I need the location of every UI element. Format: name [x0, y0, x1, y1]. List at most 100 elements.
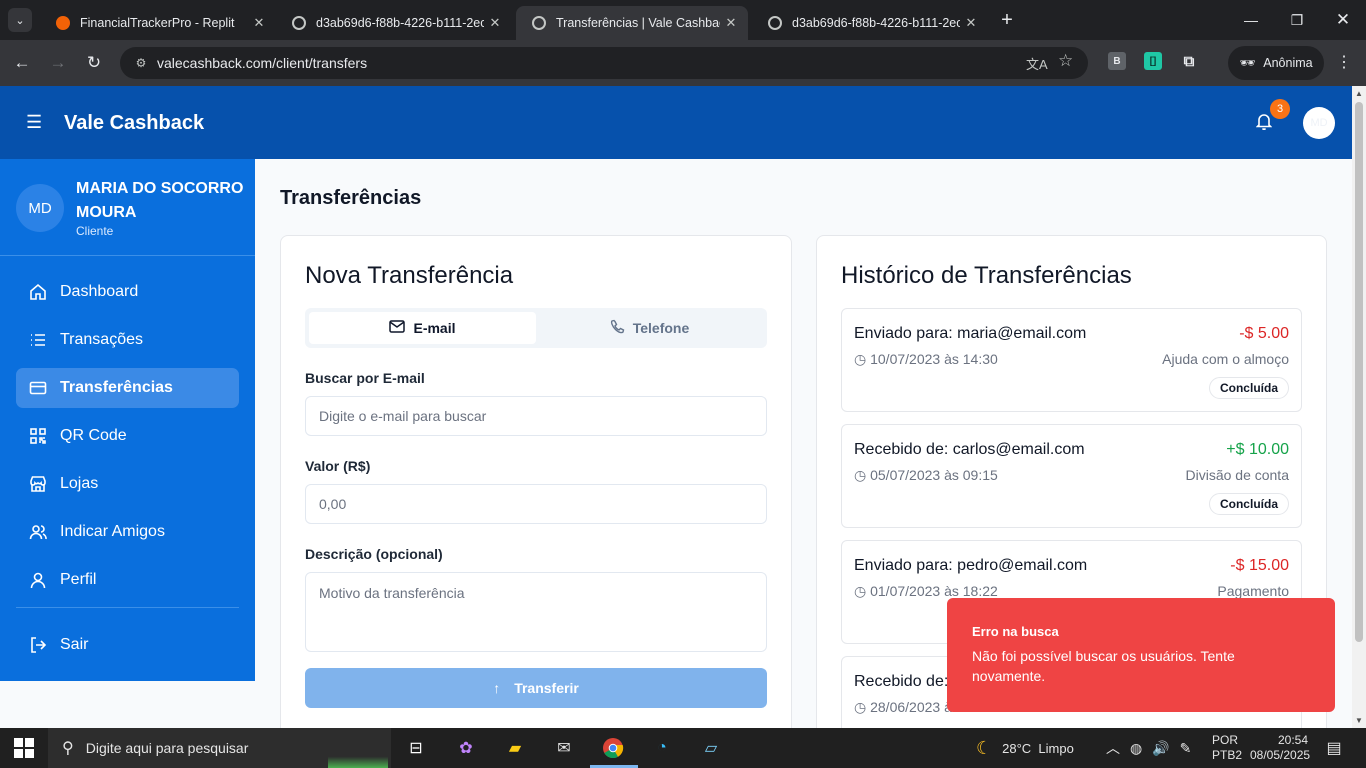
browser-tab-strip: ⌄ FinancialTrackerPro - Replit ✕ d3ab69d…	[0, 0, 1366, 40]
extensions-puzzle-icon[interactable]: ⧉	[1180, 52, 1198, 70]
windows-taskbar: ⚲ Digite aqui para pesquisar ⊟ ✿ ▰ ✉ ◔ ▱…	[0, 728, 1366, 768]
incognito-profile-button[interactable]: 🕶 Anônima	[1228, 46, 1324, 80]
status-badge: Concluída	[1208, 377, 1289, 399]
pen-icon[interactable]: ✎	[1180, 740, 1192, 757]
taskbar-search[interactable]: ⚲ Digite aqui para pesquisar	[48, 728, 391, 768]
task-view-icon[interactable]: ⊟	[404, 736, 428, 760]
translate-icon[interactable]: 文A	[1026, 54, 1048, 73]
close-tab-icon[interactable]: ✕	[960, 15, 982, 31]
search-email-input[interactable]: Digite o e-mail para buscar	[305, 396, 767, 436]
list-item[interactable]: Recebido de: carlos@email.com +$ 10.00 ◷…	[841, 424, 1302, 528]
sidebar-item-qr-code[interactable]: QR Code	[16, 416, 239, 456]
restore-icon[interactable]: ❐	[1274, 0, 1320, 40]
mail-icon	[389, 320, 406, 336]
mail-app-icon[interactable]: ✉	[552, 736, 576, 760]
moon-icon: ☾	[976, 737, 993, 758]
back-arrow-icon[interactable]: ←	[10, 51, 34, 75]
close-window-icon[interactable]: ✕	[1320, 0, 1366, 40]
browser-tab-uuid-1[interactable]: d3ab69d6-f88b-4226-b111-2ec ✕	[276, 6, 512, 40]
browser-tab-uuid-2[interactable]: d3ab69d6-f88b-4226-b111-2ec ✕	[752, 6, 988, 40]
sidebar-item-dashboard[interactable]: Dashboard	[16, 272, 239, 312]
card-icon	[16, 379, 60, 397]
minimize-icon[interactable]: —	[1228, 0, 1274, 40]
close-tab-icon[interactable]: ✕	[484, 15, 506, 31]
browser-toolbar: ← → ↻ ⚙ valecashback.com/client/transfer…	[0, 40, 1366, 86]
users-icon	[16, 523, 60, 541]
amount-input[interactable]: 0,00	[305, 484, 767, 524]
chrome-icon[interactable]	[601, 736, 625, 760]
recipient-type-tabs: E-mail Telefone	[305, 308, 767, 348]
new-tab-icon[interactable]: +	[995, 8, 1019, 32]
extension-b-icon[interactable]: B	[1108, 52, 1126, 70]
network-icon[interactable]: ◍	[1130, 740, 1142, 757]
file-explorer-icon[interactable]: ▰	[503, 736, 527, 760]
sidebar-user-name: MARIA DO SOCORRO MOURA	[76, 180, 244, 221]
logout-icon	[16, 636, 60, 654]
weather-widget[interactable]: ☾ 28°C Limpo	[976, 728, 1074, 768]
clock[interactable]: 20:54 08/05/2025	[1250, 733, 1310, 763]
reload-icon[interactable]: ↻	[82, 51, 106, 75]
store-icon	[16, 475, 60, 493]
language-indicator[interactable]: POR PTB2	[1212, 733, 1242, 763]
description-textarea[interactable]: Motivo da transferência	[305, 572, 767, 652]
arrow-up-icon: ↑	[493, 680, 501, 696]
forward-arrow-icon[interactable]: →	[46, 51, 70, 75]
sidebar-user-role: Cliente	[76, 224, 114, 238]
search-icon: ⚲	[62, 740, 74, 757]
error-toast: Erro na busca Não foi possível buscar os…	[947, 598, 1335, 712]
description-label: Descrição (opcional)	[305, 546, 443, 562]
clock-icon: ◷	[854, 351, 867, 367]
sidebar-item-perfil[interactable]: Perfil	[16, 560, 239, 600]
tab-email[interactable]: E-mail	[309, 312, 536, 344]
page-title: Transferências	[280, 187, 422, 209]
qr-icon	[16, 427, 60, 445]
sidebar-item-transferencias[interactable]: Transferências	[16, 368, 239, 408]
transfer-button[interactable]: ↑ Transferir	[305, 668, 767, 708]
sidebar-item-lojas[interactable]: Lojas	[16, 464, 239, 504]
avatar[interactable]: MD	[1303, 107, 1335, 139]
bookmark-star-icon[interactable]: ☆	[1058, 51, 1073, 71]
address-bar[interactable]: ⚙ valecashback.com/client/transfers	[120, 47, 1088, 79]
site-info-icon[interactable]: ⚙	[126, 56, 156, 70]
sidebar-item-indicar-amigos[interactable]: Indicar Amigos	[16, 512, 239, 552]
brand-title[interactable]: Vale Cashback	[64, 112, 204, 135]
browser-tab-active[interactable]: Transferências | Vale Cashback ✕	[516, 6, 748, 40]
scrollbar-thumb[interactable]	[1355, 102, 1363, 642]
sidebar-item-sair[interactable]: Sair	[16, 625, 239, 665]
close-tab-icon[interactable]: ✕	[720, 15, 742, 31]
clock-icon: ◷	[854, 699, 867, 715]
bell-icon[interactable]	[1255, 112, 1273, 135]
tab-telefone[interactable]: Telefone	[536, 312, 763, 344]
toast-title: Erro na busca	[972, 624, 1059, 639]
home-icon	[16, 283, 60, 301]
sidebar: MD MARIA DO SOCORRO MOURA Cliente Dashbo…	[0, 159, 255, 681]
volume-icon[interactable]: 🔊	[1152, 740, 1169, 757]
chevron-up-icon[interactable]: ︿	[1106, 738, 1120, 758]
notification-badge: 3	[1270, 99, 1290, 119]
tab-search-chevron-icon[interactable]: ⌄	[8, 8, 32, 32]
scroll-up-icon[interactable]: ▲	[1352, 89, 1366, 98]
new-transfer-heading: Nova Transferência	[305, 262, 514, 289]
clock-icon: ◷	[854, 583, 867, 599]
list-item[interactable]: Enviado para: maria@email.com -$ 5.00 ◷ …	[841, 308, 1302, 412]
extension-bracket-icon[interactable]: []	[1144, 52, 1162, 70]
close-tab-icon[interactable]: ✕	[248, 15, 270, 31]
scroll-down-icon[interactable]: ▼	[1352, 716, 1366, 725]
browser-tab-replit[interactable]: FinancialTrackerPro - Replit ✕	[40, 6, 276, 40]
page-scrollbar[interactable]: ▲ ▼	[1352, 86, 1366, 728]
edge-icon[interactable]: ◔	[650, 736, 674, 760]
browser-menu-icon[interactable]: ⋮	[1334, 52, 1354, 72]
sidebar-avatar: MD	[16, 184, 64, 232]
sidebar-item-transacoes[interactable]: Transações	[16, 320, 239, 360]
copilot-icon[interactable]: ✿	[454, 736, 478, 760]
phone-icon	[610, 319, 625, 337]
donkey-doodle-icon	[328, 730, 388, 768]
menu-hamburger-icon[interactable]: ☰	[26, 112, 42, 133]
notepad-icon[interactable]: ▱	[699, 736, 723, 760]
toast-message: Não foi possível buscar os usuários. Ten…	[972, 648, 1235, 684]
notification-center-icon[interactable]: ▤	[1322, 736, 1346, 760]
system-tray: ︿ ◍ 🔊 ✎	[1106, 728, 1191, 768]
user-icon	[16, 571, 60, 589]
windows-start-icon[interactable]	[14, 738, 34, 758]
history-heading: Histórico de Transferências	[841, 262, 1132, 289]
